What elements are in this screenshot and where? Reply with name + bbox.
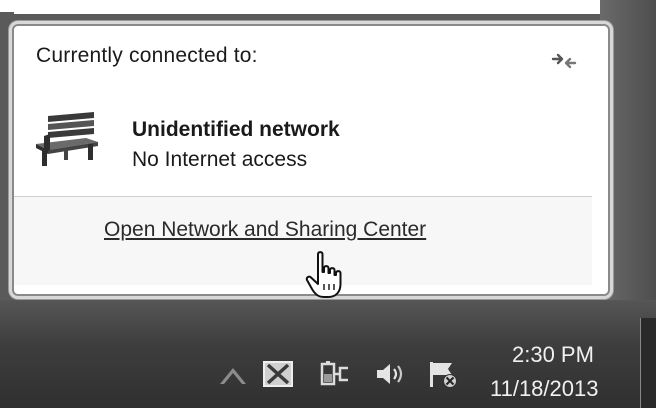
clock-date[interactable]: 11/18/2013 bbox=[490, 376, 598, 402]
power-icon[interactable] bbox=[318, 360, 352, 388]
clock-time[interactable]: 2:30 PM bbox=[512, 342, 594, 368]
show-desktop-button[interactable] bbox=[640, 318, 656, 408]
network-access-status: No Internet access bbox=[132, 148, 308, 171]
network-name: Unidentified network bbox=[132, 118, 340, 141]
action-center-flag-icon[interactable] bbox=[426, 360, 460, 388]
desktop-top-edge bbox=[0, 0, 656, 14]
flyout-divider bbox=[14, 196, 592, 197]
hand-cursor-icon bbox=[305, 251, 342, 298]
connected-to-label: Currently connected to: bbox=[36, 44, 258, 67]
refresh-arrows-icon[interactable] bbox=[550, 50, 578, 72]
show-hidden-icons-icon[interactable] bbox=[216, 360, 250, 388]
speaker-icon[interactable] bbox=[374, 360, 408, 388]
network-x-icon[interactable] bbox=[262, 360, 294, 388]
open-network-sharing-center-link[interactable]: Open Network and Sharing Center bbox=[104, 218, 426, 242]
park-bench-network-icon bbox=[36, 112, 98, 166]
